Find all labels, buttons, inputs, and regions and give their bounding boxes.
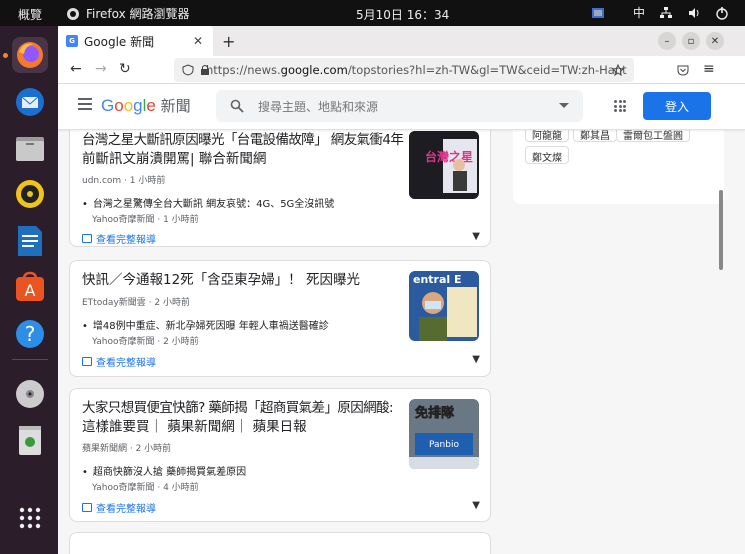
dvd-drive-icon[interactable]	[12, 376, 48, 412]
full-coverage-link[interactable]: 查看完整報導	[82, 354, 156, 369]
firefox-window: G Google 新聞 ✕ + – ▫ ✕ ← → ↻ https://news…	[58, 26, 745, 554]
input-method-indicator[interactable]: 中	[633, 4, 645, 21]
menu-icon[interactable]: ≡	[703, 61, 715, 77]
full-coverage-icon	[82, 357, 92, 366]
new-tab-icon[interactable]: +	[222, 32, 235, 51]
svg-text:免排隊: 免排隊	[415, 405, 455, 421]
news-card[interactable]	[69, 532, 491, 554]
article-thumbnail[interactable]: entral E	[409, 271, 479, 341]
related-article[interactable]: 增48例中重症、新北孕婦死因曝 年輕人車禍送醫確診	[82, 317, 329, 332]
expand-chevron-icon[interactable]: ▼	[472, 231, 480, 242]
topic-chip[interactable]: 鄭文燦	[525, 146, 569, 164]
topic-chip[interactable]: 阿龍龍	[525, 130, 569, 142]
article-title[interactable]: 大家只想買便宜快篩? 藥師揭「超商買氣差」原因網酸: 這樣誰要買｜ 蘋果新聞網｜…	[82, 399, 404, 437]
full-coverage-link[interactable]: 查看完整報導	[82, 231, 156, 246]
back-icon[interactable]: ←	[70, 61, 82, 77]
network-icon[interactable]	[659, 6, 673, 20]
minimize-icon[interactable]: –	[658, 32, 676, 50]
article-source: ETtoday新聞雲 · 2 小時前	[82, 298, 190, 308]
volume-icon[interactable]	[687, 6, 701, 20]
help-icon[interactable]: ?	[12, 316, 48, 352]
app-name: Firefox 網路瀏覽器	[86, 7, 190, 21]
forward-icon[interactable]: →	[95, 61, 107, 77]
expand-chevron-icon[interactable]: ▼	[472, 354, 480, 365]
activities-button[interactable]: 概覽	[18, 6, 42, 23]
svg-text:entral E: entral E	[413, 273, 462, 286]
tab-google-news[interactable]: G Google 新聞 ✕	[58, 26, 213, 56]
article-source: udn.com · 1 小時前	[82, 176, 166, 186]
news-wordmark: 新聞	[160, 98, 191, 115]
article-source: 蘋果新聞網 · 2 小時前	[82, 444, 172, 454]
nav-bar: ← → ↻ https://news.google.com/topstories…	[58, 56, 745, 84]
lock-icon[interactable]	[200, 64, 210, 76]
tab-title: Google 新聞	[84, 34, 155, 49]
scrollbar[interactable]	[719, 190, 723, 270]
desktop: 概覽 Firefox 網路瀏覽器 5月10日 16：34 中 A ? G Goo…	[0, 0, 745, 554]
expand-chevron-icon[interactable]: ▼	[472, 500, 480, 511]
full-coverage-link[interactable]: 查看完整報導	[82, 500, 156, 515]
full-coverage-icon	[82, 234, 92, 243]
trash-icon[interactable]	[12, 422, 48, 458]
news-card[interactable]: 快訊／今通報12死「含亞東孕婦」！ 死因曝光 ETtoday新聞雲 · 2 小時…	[69, 260, 491, 377]
dock: A ?	[0, 26, 58, 554]
article-thumbnail[interactable]: 免排隊 Panbio	[409, 399, 479, 469]
svg-text:台灣之星: 台灣之星	[425, 149, 473, 164]
related-source: Yahoo奇摩新聞 · 1 小時前	[92, 215, 199, 225]
svg-text:Panbio: Panbio	[429, 440, 459, 450]
topic-chip[interactable]: 鄭其昌	[573, 130, 617, 142]
article-thumbnail[interactable]: 台灣之星	[409, 131, 479, 199]
bookmark-star-icon[interactable]	[612, 64, 624, 76]
google-news-favicon: G	[66, 35, 78, 47]
firefox-icon[interactable]	[12, 37, 48, 73]
show-applications-icon[interactable]	[12, 500, 48, 536]
related-article[interactable]: 台灣之星驚傳全台大斷訊 網友哀號：4G、5G全沒訊號	[82, 195, 334, 210]
close-window-icon[interactable]: ✕	[706, 32, 724, 50]
news-card[interactable]: 台灣之星大斷訊原因曝光「台電設備故障」 網友氣衝4年 前斷訊文崩潰開罵| 聯合新…	[69, 130, 491, 247]
sign-in-button[interactable]: 登入	[643, 92, 711, 120]
svg-text:A: A	[25, 281, 36, 300]
rhythmbox-icon[interactable]	[12, 176, 48, 212]
maximize-icon[interactable]: ▫	[682, 32, 700, 50]
main-menu-icon[interactable]	[78, 98, 92, 110]
system-top-bar: 概覽 Firefox 網路瀏覽器 5月10日 16：34 中	[0, 0, 745, 26]
screenshot-icon[interactable]	[591, 6, 605, 20]
url-bar[interactable]: https://news.google.com/topstories?hl=zh…	[174, 58, 634, 82]
tab-bar: G Google 新聞 ✕ + – ▫ ✕	[58, 26, 745, 56]
full-coverage-icon	[82, 503, 92, 512]
close-tab-icon[interactable]: ✕	[193, 34, 203, 48]
shield-icon[interactable]	[182, 64, 194, 76]
chevron-down-icon[interactable]	[559, 103, 569, 109]
search-placeholder: 搜尋主題、地點和來源	[258, 100, 379, 114]
search-icon[interactable]	[230, 99, 244, 113]
app-menu[interactable]: Firefox 網路瀏覽器	[66, 5, 190, 22]
reload-icon[interactable]: ↻	[119, 61, 131, 77]
google-apps-icon[interactable]	[614, 100, 626, 112]
news-feed: 阿龍龍 鄭其昌 雷爾包工盤圓 鄭文燦 台灣之星大斷訊原因曝光「台電設備故障」 網…	[58, 130, 745, 554]
article-title[interactable]: 台灣之星大斷訊原因曝光「台電設備故障」 網友氣衝4年 前斷訊文崩潰開罵| 聯合新…	[82, 131, 404, 169]
google-news-header: Google 新聞 搜尋主題、地點和來源 登入	[58, 84, 745, 130]
libreoffice-writer-icon[interactable]	[12, 223, 48, 259]
clock[interactable]: 5月10日 16：34	[356, 6, 449, 23]
search-box[interactable]: 搜尋主題、地點和來源	[216, 90, 583, 122]
system-tray: 中	[591, 4, 729, 21]
topic-chip[interactable]: 雷爾包工盤圓	[616, 130, 690, 142]
firefox-small-icon	[67, 7, 79, 20]
dock-divider	[12, 359, 48, 360]
news-card[interactable]: 大家只想買便宜快篩? 藥師揭「超商買氣差」原因網酸: 這樣誰要買｜ 蘋果新聞網｜…	[69, 388, 491, 522]
svg-text:?: ?	[25, 322, 36, 346]
url-text: https://news.google.com/topstories?hl=zh…	[206, 63, 627, 77]
related-source: Yahoo奇摩新聞 · 4 小時前	[92, 483, 199, 493]
side-panel: 阿龍龍 鄭其昌 雷爾包工盤圓 鄭文燦	[513, 130, 724, 204]
pocket-icon[interactable]	[676, 63, 690, 77]
app-center-icon[interactable]: A	[12, 269, 48, 305]
files-icon[interactable]	[12, 130, 48, 166]
active-indicator	[3, 53, 8, 58]
thunderbird-icon[interactable]	[12, 84, 48, 120]
google-news-logo[interactable]: Google 新聞	[101, 95, 191, 116]
related-article[interactable]: 超商快篩沒人搶 藥師揭買氣差原因	[82, 463, 246, 478]
article-title[interactable]: 快訊／今通報12死「含亞東孕婦」！ 死因曝光	[82, 271, 402, 290]
power-icon[interactable]	[715, 6, 729, 20]
related-source: Yahoo奇摩新聞 · 2 小時前	[92, 337, 199, 347]
google-wordmark: Google	[101, 96, 156, 115]
